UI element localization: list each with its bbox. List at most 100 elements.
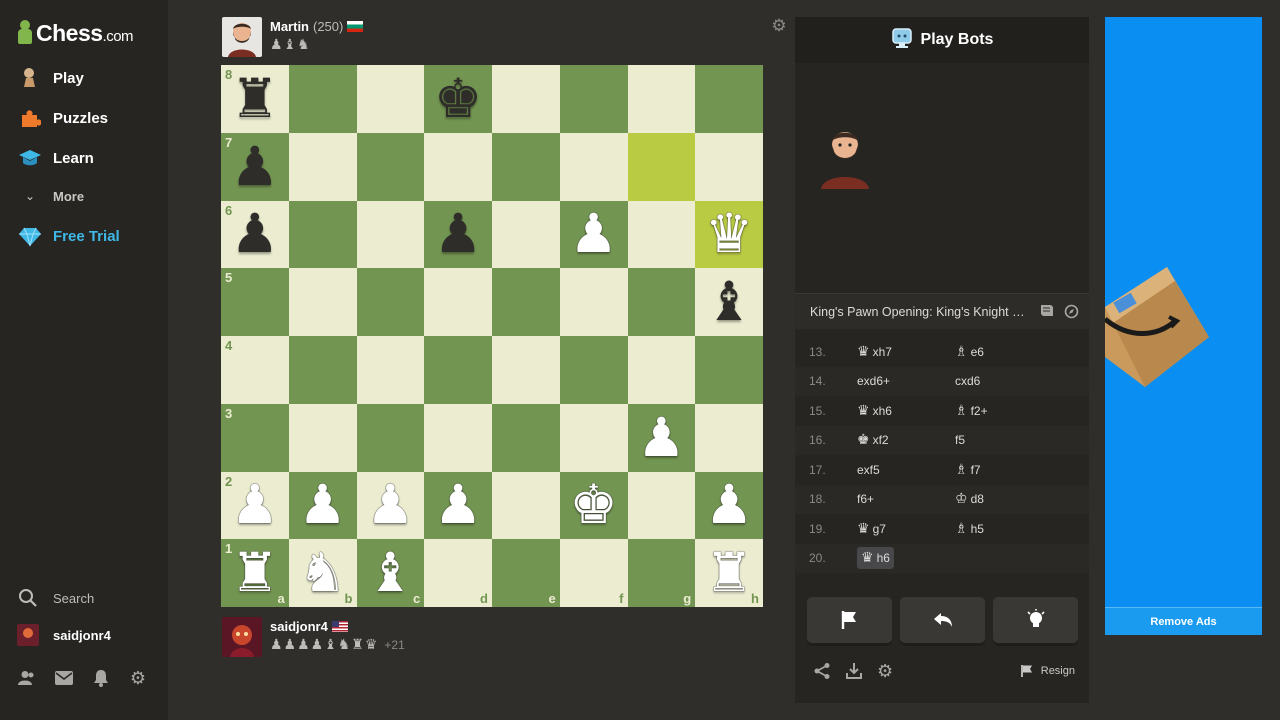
square-d2[interactable]: ♟: [424, 471, 492, 540]
square-g7[interactable]: [627, 132, 696, 201]
square-f7[interactable]: [559, 132, 628, 201]
square-a3[interactable]: 3: [221, 403, 289, 472]
opening-name-bar[interactable]: King's Pawn Opening: King's Knight Varia…: [795, 293, 1089, 329]
notifications-icon[interactable]: [92, 668, 110, 688]
square-h6[interactable]: ♛: [695, 200, 763, 269]
sidebar-item-more[interactable]: ⌄ More: [0, 178, 168, 214]
black-pawn-icon[interactable]: ♟: [231, 207, 279, 261]
board-settings-gear-icon[interactable]: ⚙: [770, 16, 788, 35]
white-move[interactable]: exf5: [857, 463, 955, 477]
square-g2[interactable]: [627, 471, 696, 540]
black-move[interactable]: ♔ d8: [955, 491, 1053, 507]
white-move[interactable]: ♛ xh6: [857, 403, 955, 419]
messages-icon[interactable]: [55, 668, 73, 688]
white-rook-icon[interactable]: ♜: [231, 546, 279, 600]
square-b2[interactable]: ♟: [288, 471, 357, 540]
square-c7[interactable]: [356, 132, 425, 201]
white-queen-icon[interactable]: ♛: [705, 207, 753, 261]
square-b1[interactable]: b ♞: [288, 539, 357, 607]
white-move[interactable]: ♚ xf2: [857, 432, 955, 448]
square-e7[interactable]: [492, 132, 560, 201]
square-c4[interactable]: [356, 336, 425, 404]
white-bishop-icon[interactable]: ♝: [366, 546, 414, 600]
square-d5[interactable]: [424, 268, 492, 336]
white-pawn-icon[interactable]: ♟: [434, 478, 482, 532]
square-a5[interactable]: 5: [221, 268, 289, 336]
square-b5[interactable]: [288, 268, 357, 336]
settings-icon[interactable]: ⚙: [877, 662, 893, 685]
square-d1[interactable]: d: [424, 539, 492, 607]
black-king-icon[interactable]: ♚: [434, 71, 482, 126]
black-move[interactable]: f5: [955, 433, 1053, 447]
square-c2[interactable]: ♟: [356, 471, 425, 540]
square-e1[interactable]: e: [492, 539, 560, 607]
takeback-button[interactable]: [900, 597, 985, 643]
book-icon[interactable]: [1039, 304, 1054, 322]
friends-icon[interactable]: [18, 668, 36, 688]
white-rook-icon[interactable]: ♜: [705, 546, 753, 600]
square-e3[interactable]: [492, 403, 560, 472]
square-a1[interactable]: 1 a ♜: [221, 539, 289, 607]
remove-ads-button[interactable]: Remove Ads: [1105, 607, 1262, 635]
square-e8[interactable]: [492, 65, 560, 133]
white-move[interactable]: ♛ h6: [857, 547, 955, 570]
square-f5[interactable]: [559, 268, 628, 336]
black-pawn-icon[interactable]: ♟: [231, 139, 279, 194]
square-h5[interactable]: ♝: [695, 268, 763, 336]
share-icon[interactable]: [813, 662, 831, 685]
square-b8[interactable]: [288, 65, 357, 133]
abort-flag-button[interactable]: [807, 597, 892, 643]
white-pawn-icon[interactable]: ♟: [705, 478, 753, 532]
player-name[interactable]: saidjonr4: [270, 619, 328, 634]
opponent-avatar[interactable]: [222, 17, 262, 57]
square-h8[interactable]: [695, 65, 763, 133]
black-move[interactable]: ♗ h5: [955, 521, 1053, 537]
square-f2[interactable]: ♚: [559, 471, 628, 540]
square-g1[interactable]: g: [627, 539, 696, 607]
square-a8[interactable]: 8 ♜: [221, 65, 289, 133]
square-b7[interactable]: [288, 132, 357, 201]
square-c3[interactable]: [356, 403, 425, 472]
black-move[interactable]: cxd6: [955, 374, 1053, 388]
explorer-compass-icon[interactable]: [1064, 304, 1079, 322]
square-h1[interactable]: h ♜: [695, 539, 763, 607]
chessboard[interactable]: 8 ♜ ♚ 7 ♟ 6 ♟ ♟ ♟ ♛ 5 ♝ 4 3 ♟ 2 ♟ ♟ ♟ ♟ ♚ ♟ 1 a ♜ b ♞ c ♝ d e f g h ♜: [221, 65, 763, 607]
square-h4[interactable]: [695, 336, 763, 404]
square-g3[interactable]: ♟: [627, 403, 696, 472]
white-move[interactable]: ♛ g7: [857, 521, 955, 537]
chess-logo[interactable]: Chess.com: [16, 16, 134, 50]
black-bishop-icon[interactable]: ♝: [705, 275, 753, 329]
square-a6[interactable]: 6 ♟: [221, 200, 289, 269]
square-c5[interactable]: [356, 268, 425, 336]
black-pawn-icon[interactable]: ♟: [434, 207, 482, 261]
advertisement[interactable]: Remove Ads: [1105, 17, 1262, 635]
sidebar-item-learn[interactable]: Learn: [0, 140, 168, 176]
sidebar-item-play[interactable]: Play: [0, 60, 168, 96]
sidebar-item-puzzles[interactable]: Puzzles: [0, 100, 168, 136]
square-a2[interactable]: 2 ♟: [221, 471, 289, 540]
square-c6[interactable]: [356, 200, 425, 269]
white-pawn-icon[interactable]: ♟: [298, 478, 346, 532]
white-pawn-icon[interactable]: ♟: [366, 478, 414, 532]
square-g4[interactable]: [627, 336, 696, 404]
square-d4[interactable]: [424, 336, 492, 404]
resign-button[interactable]: Resign: [1020, 664, 1075, 678]
square-d7[interactable]: [424, 132, 492, 201]
black-rook-icon[interactable]: ♜: [231, 71, 279, 126]
square-d6[interactable]: ♟: [424, 200, 492, 269]
white-move[interactable]: exd6+: [857, 374, 955, 388]
square-b4[interactable]: [288, 336, 357, 404]
black-move[interactable]: ♗ f2+: [955, 403, 1053, 419]
square-f3[interactable]: [559, 403, 628, 472]
square-e4[interactable]: [492, 336, 560, 404]
square-e2[interactable]: [492, 471, 560, 540]
white-move[interactable]: f6+: [857, 492, 955, 506]
black-move[interactable]: ♗ f7: [955, 462, 1053, 478]
square-a4[interactable]: 4: [221, 336, 289, 404]
square-c8[interactable]: [356, 65, 425, 133]
square-b6[interactable]: [288, 200, 357, 269]
square-g8[interactable]: [627, 65, 696, 133]
sidebar-search[interactable]: Search: [0, 583, 168, 613]
white-pawn-icon[interactable]: ♟: [231, 478, 279, 532]
white-pawn-icon[interactable]: ♟: [569, 207, 617, 261]
